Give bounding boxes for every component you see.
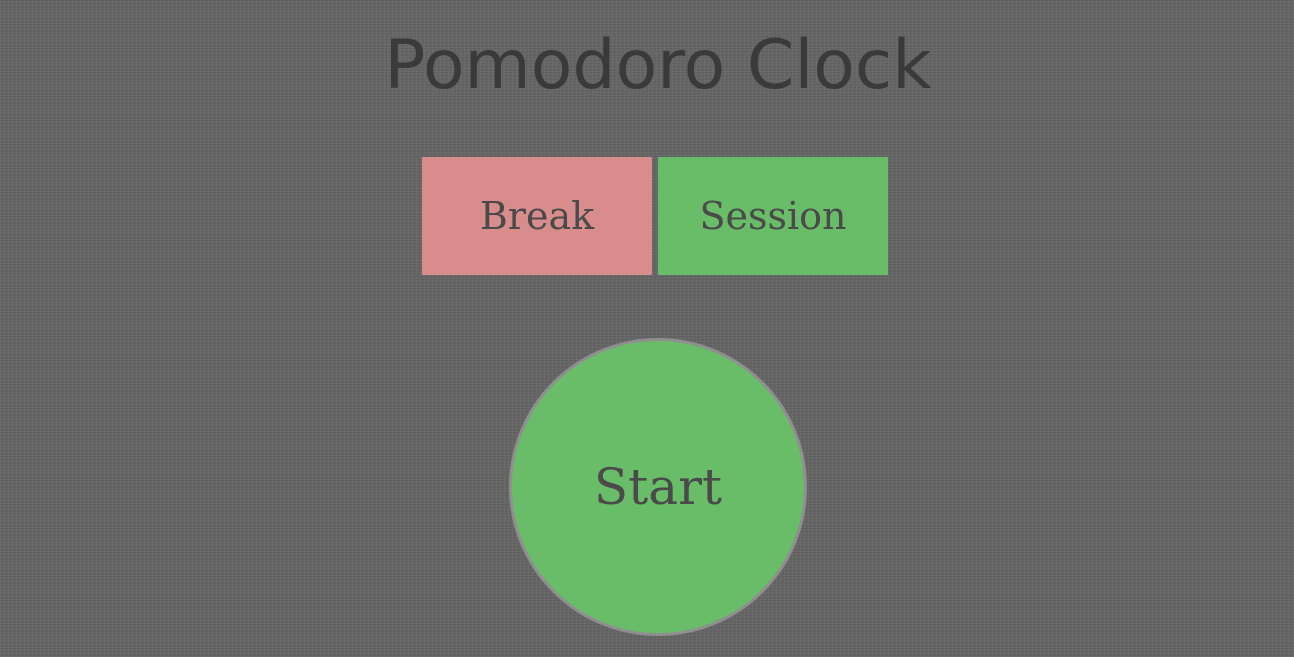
break-button[interactable]: Break (422, 157, 652, 275)
page-title: Pomodoro Clock (384, 26, 932, 105)
session-button[interactable]: Session (658, 157, 888, 275)
start-button[interactable]: Start (509, 338, 807, 636)
start-label: Start (593, 458, 723, 516)
